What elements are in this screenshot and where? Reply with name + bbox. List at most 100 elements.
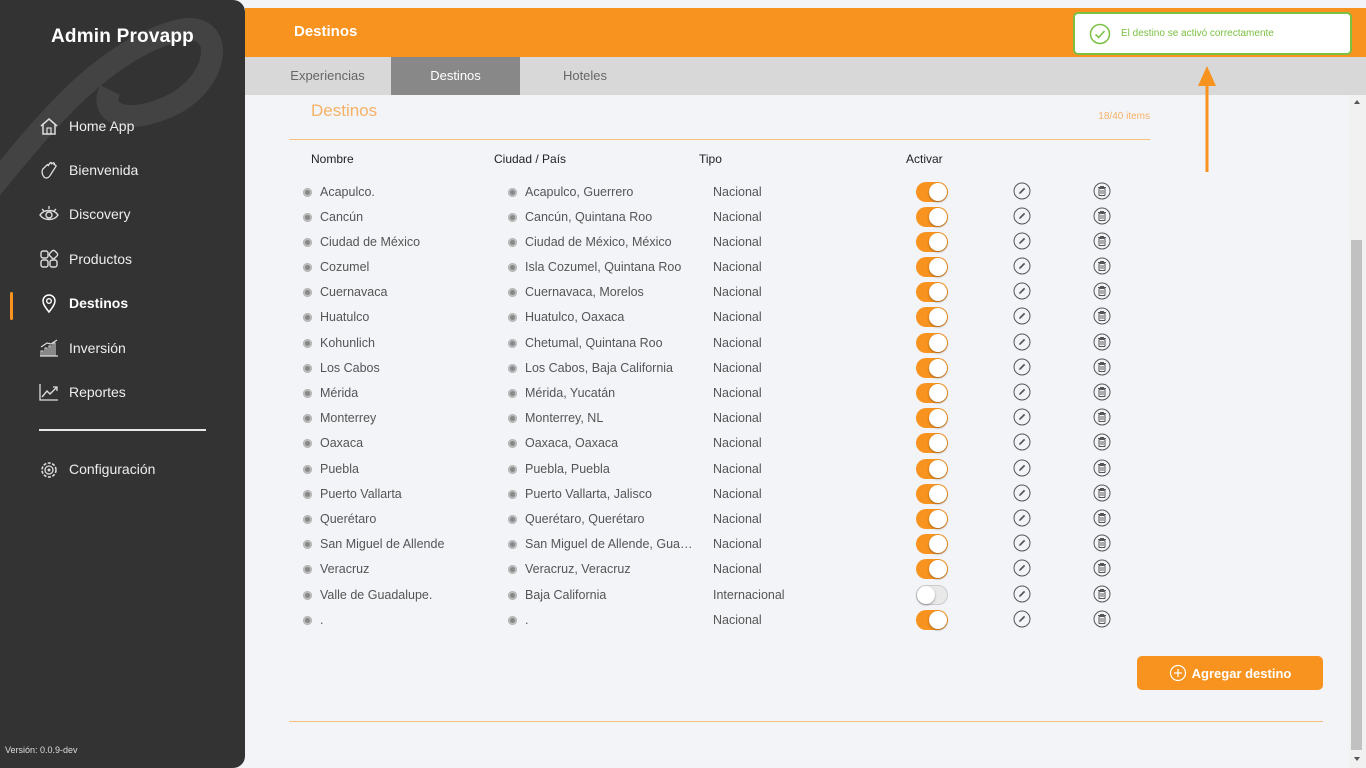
vertical-scrollbar[interactable] xyxy=(1349,95,1366,768)
active-toggle[interactable] xyxy=(916,585,948,605)
delete-trash-icon[interactable] xyxy=(1093,232,1111,250)
sidebar-item-destinos[interactable]: Destinos xyxy=(38,290,128,316)
active-toggle[interactable] xyxy=(916,459,948,479)
delete-trash-icon[interactable] xyxy=(1093,408,1111,426)
active-toggle[interactable] xyxy=(916,282,948,302)
column-header-nombre: Nombre xyxy=(311,152,354,166)
edit-pencil-icon[interactable] xyxy=(1013,333,1031,351)
bullet-icon xyxy=(303,591,312,600)
delete-trash-icon[interactable] xyxy=(1093,182,1111,200)
edit-pencil-icon[interactable] xyxy=(1013,307,1031,325)
scroll-down-icon[interactable] xyxy=(1354,757,1360,761)
delete-trash-icon[interactable] xyxy=(1093,459,1111,477)
edit-pencil-icon[interactable] xyxy=(1013,257,1031,275)
delete-trash-icon[interactable] xyxy=(1093,509,1111,527)
active-toggle[interactable] xyxy=(916,358,948,378)
delete-trash-icon[interactable] xyxy=(1093,585,1111,603)
edit-pencil-icon[interactable] xyxy=(1013,585,1031,603)
edit-pencil-icon[interactable] xyxy=(1013,433,1031,451)
toggle-knob xyxy=(929,359,947,377)
toggle-knob xyxy=(929,283,947,301)
cell-ciudad: San Miguel de Allende, Gua… xyxy=(525,537,693,551)
delete-trash-icon[interactable] xyxy=(1093,383,1111,401)
scroll-up-icon[interactable] xyxy=(1354,100,1360,104)
edit-pencil-icon[interactable] xyxy=(1013,484,1031,502)
active-toggle[interactable] xyxy=(916,307,948,327)
tab-hoteles[interactable]: Hoteles xyxy=(535,57,635,95)
edit-pencil-icon[interactable] xyxy=(1013,232,1031,250)
sidebar-item-bienvenida[interactable]: Bienvenida xyxy=(38,157,138,183)
sidebar-item-home-app[interactable]: Home App xyxy=(38,113,134,139)
sidebar-item-inversion[interactable]: Inversión xyxy=(38,335,126,361)
edit-pencil-icon[interactable] xyxy=(1013,207,1031,225)
edit-pencil-icon[interactable] xyxy=(1013,408,1031,426)
delete-trash-icon[interactable] xyxy=(1093,282,1111,300)
active-toggle[interactable] xyxy=(916,534,948,554)
tab-experiencias[interactable]: Experiencias xyxy=(275,57,380,95)
active-toggle[interactable] xyxy=(916,333,948,353)
delete-trash-icon[interactable] xyxy=(1093,207,1111,225)
delete-trash-icon[interactable] xyxy=(1093,534,1111,552)
bullet-icon xyxy=(508,490,517,499)
active-toggle[interactable] xyxy=(916,484,948,504)
bullet-icon xyxy=(508,616,517,625)
add-destination-button[interactable]: Agregar destino xyxy=(1137,656,1323,690)
cell-nombre: Querétaro xyxy=(320,512,377,526)
success-toast[interactable]: El destino se activó correctamente xyxy=(1073,12,1352,55)
cell-nombre: Puebla xyxy=(320,462,359,476)
edit-pencil-icon[interactable] xyxy=(1013,182,1031,200)
active-toggle[interactable] xyxy=(916,610,948,630)
delete-trash-icon[interactable] xyxy=(1093,358,1111,376)
delete-trash-icon[interactable] xyxy=(1093,307,1111,325)
table-row: Puebla Puebla, Puebla Nacional xyxy=(289,457,1150,482)
edit-pencil-icon[interactable] xyxy=(1013,282,1031,300)
delete-trash-icon[interactable] xyxy=(1093,610,1111,628)
active-toggle[interactable] xyxy=(916,408,948,428)
section-title: Destinos xyxy=(311,101,378,120)
bullet-icon xyxy=(303,263,312,272)
edit-pencil-icon[interactable] xyxy=(1013,534,1031,552)
sidebar-item-configuracion[interactable]: Configuración xyxy=(38,456,155,482)
sidebar-item-label: Inversión xyxy=(69,340,126,356)
delete-trash-icon[interactable] xyxy=(1093,257,1111,275)
cell-tipo: Nacional xyxy=(713,562,762,576)
location-pin-icon xyxy=(38,292,60,314)
edit-pencil-icon[interactable] xyxy=(1013,358,1031,376)
active-toggle[interactable] xyxy=(916,232,948,252)
add-destination-label: Agregar destino xyxy=(1191,665,1292,681)
sidebar-item-discovery[interactable]: Discovery xyxy=(38,201,130,227)
delete-trash-icon[interactable] xyxy=(1093,333,1111,351)
toggle-knob xyxy=(929,183,947,201)
active-toggle[interactable] xyxy=(916,257,948,277)
cell-ciudad: Cancún, Quintana Roo xyxy=(525,210,653,224)
bullet-icon xyxy=(508,339,517,348)
active-toggle[interactable] xyxy=(916,383,948,403)
cell-ciudad: Monterrey, NL xyxy=(525,411,604,425)
edit-pencil-icon[interactable] xyxy=(1013,459,1031,477)
edit-pencil-icon[interactable] xyxy=(1013,383,1031,401)
table-row: Monterrey Monterrey, NL Nacional xyxy=(289,406,1150,431)
active-toggle[interactable] xyxy=(916,559,948,579)
edit-pencil-icon[interactable] xyxy=(1013,610,1031,628)
cell-tipo: Nacional xyxy=(713,285,762,299)
cell-tipo: Nacional xyxy=(713,260,762,274)
delete-trash-icon[interactable] xyxy=(1093,559,1111,577)
tab-destinos[interactable]: Destinos xyxy=(391,57,520,95)
scroll-thumb[interactable] xyxy=(1351,240,1362,750)
edit-pencil-icon[interactable] xyxy=(1013,509,1031,527)
cell-nombre: Cancún xyxy=(320,210,364,224)
sidebar-item-productos[interactable]: Productos xyxy=(38,246,132,272)
active-toggle[interactable] xyxy=(916,207,948,227)
cell-ciudad: Querétaro, Querétaro xyxy=(525,512,645,526)
toggle-knob xyxy=(929,384,947,402)
plus-circle-icon xyxy=(1169,664,1187,682)
delete-trash-icon[interactable] xyxy=(1093,484,1111,502)
active-toggle[interactable] xyxy=(916,433,948,453)
table-row: Los Cabos Los Cabos, Baja California Nacio… xyxy=(289,356,1150,381)
bullet-icon xyxy=(508,364,517,373)
edit-pencil-icon[interactable] xyxy=(1013,559,1031,577)
active-toggle[interactable] xyxy=(916,182,948,202)
active-toggle[interactable] xyxy=(916,509,948,529)
sidebar-item-reportes[interactable]: Reportes xyxy=(38,379,126,405)
delete-trash-icon[interactable] xyxy=(1093,433,1111,451)
